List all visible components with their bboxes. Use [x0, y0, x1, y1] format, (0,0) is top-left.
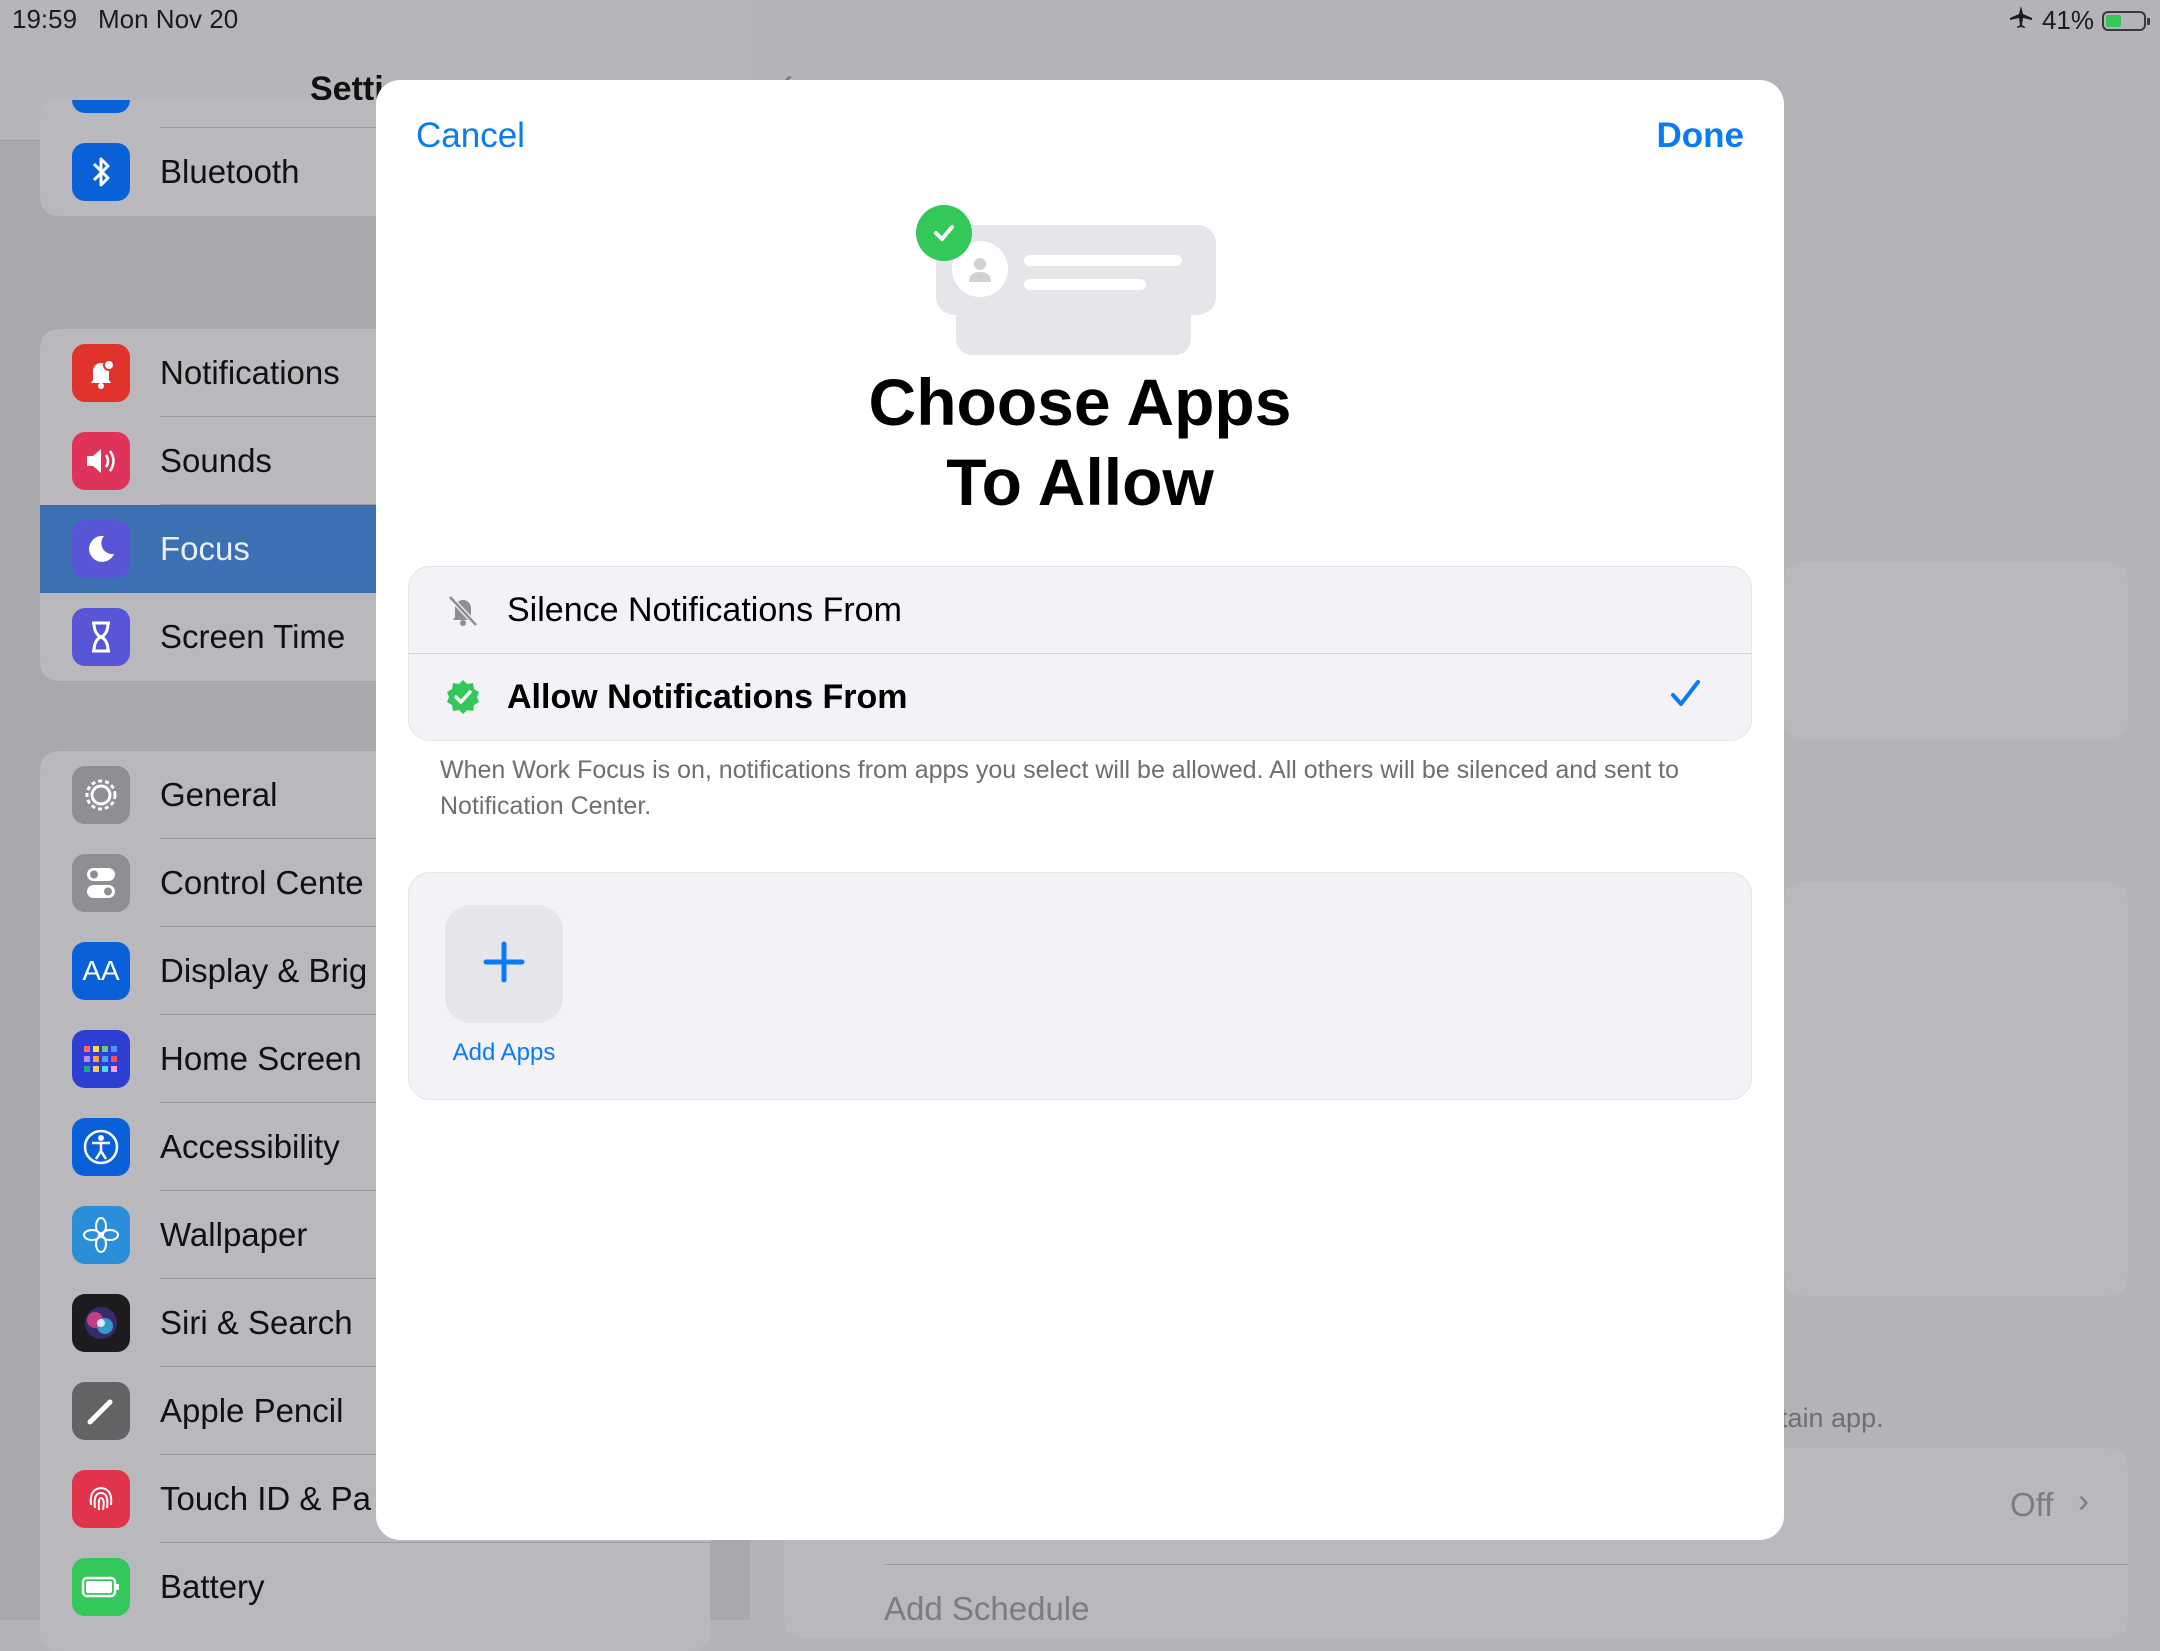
status-bar: 19:59 Mon Nov 20 41% [0, 0, 2160, 40]
illustration-line [1024, 255, 1182, 266]
bell-slash-icon [443, 590, 483, 630]
wifi-icon [72, 100, 130, 113]
sidebar-item-label: General [160, 776, 278, 813]
notification-mode-list: Silence Notifications From Allow Notific… [408, 566, 1752, 741]
siri-icon [72, 1294, 130, 1352]
pencil-icon [72, 1382, 130, 1440]
accessibility-icon [72, 1118, 130, 1176]
airplane-icon [2008, 4, 2034, 37]
detail-card-middle [1784, 882, 2128, 1296]
sidebar-item-label: Control Cente [160, 864, 364, 901]
battery-icon [72, 1558, 130, 1616]
sidebar-item-label: Apple Pencil [160, 1392, 344, 1429]
status-time: 19:59 [12, 4, 78, 34]
sidebar-item-label: Accessibility [160, 1128, 340, 1165]
status-right-group: 41% [2008, 4, 2150, 37]
sidebar-item-label: Focus [160, 530, 250, 567]
done-button[interactable]: Done [1657, 116, 1745, 156]
illustration-card-front [936, 225, 1216, 315]
option-allow-notifications[interactable]: Allow Notifications From [409, 654, 1751, 740]
sidebar-item-label: Battery [160, 1568, 265, 1605]
battery-percent: 41% [2041, 5, 2094, 35]
hourglass-icon [72, 608, 130, 666]
sidebar-item-label: Touch ID & Pa [160, 1480, 371, 1517]
detail-divider [884, 1564, 2128, 1565]
toggles-icon [72, 854, 130, 912]
text-size-icon: AA [72, 942, 130, 1000]
selected-checkmark-icon [1665, 674, 1705, 719]
detail-off-value: Off [2010, 1486, 2054, 1523]
grid-icon [72, 1030, 130, 1088]
option-label: Silence Notifications From [507, 590, 902, 629]
cancel-button[interactable]: Cancel [416, 116, 525, 156]
speaker-icon [72, 432, 130, 490]
plus-icon [480, 938, 528, 991]
sheet-title: Choose Apps To Allow [376, 362, 1784, 522]
option-silence-notifications[interactable]: Silence Notifications From [409, 567, 1751, 653]
sidebar-item-label: Sounds [160, 442, 272, 479]
title-line-2: To Allow [946, 445, 1214, 519]
title-line-1: Choose Apps [868, 365, 1292, 439]
sidebar-item-label: Screen Time [160, 618, 346, 655]
choose-apps-sheet: Cancel Done Choose Apps To Allow Silence… [376, 80, 1784, 1540]
sidebar-item-label: Display & Brig [160, 952, 368, 989]
footnote-text: When Work Focus is on, notifications fro… [440, 756, 1680, 820]
sidebar-item-label: Wallpaper [160, 1216, 308, 1253]
add-apps-label[interactable]: Add Apps [429, 1039, 579, 1067]
sidebar-item-battery[interactable]: Battery [40, 1543, 710, 1631]
sidebar-item-label: Notifications [160, 354, 340, 391]
add-apps-button[interactable] [445, 905, 563, 1023]
gear-icon [72, 766, 130, 824]
detail-card-top [1784, 562, 2128, 740]
chevron-right-icon: › [2078, 1482, 2089, 1519]
checkmark-badge-icon [916, 205, 972, 261]
allowed-apps-box: Add Apps [408, 872, 1752, 1100]
add-schedule-link[interactable]: Add Schedule [884, 1590, 1090, 1628]
fingerprint-icon [72, 1470, 130, 1528]
status-date: Mon Nov 20 [98, 4, 239, 34]
option-label: Allow Notifications From [507, 677, 908, 716]
verified-check-icon [443, 677, 483, 717]
detail-hint-text: tain app. [1780, 1403, 1884, 1433]
flower-icon [72, 1206, 130, 1264]
bell-icon [72, 344, 130, 402]
battery-indicator-icon [2102, 10, 2150, 31]
sidebar-item-label: Home Screen [160, 1040, 362, 1077]
sidebar-item-label: Siri & Search [160, 1304, 353, 1341]
illustration-line [1024, 279, 1146, 290]
bluetooth-icon [72, 143, 130, 201]
moon-icon [72, 520, 130, 578]
sidebar-item-label: Bluetooth [160, 153, 300, 190]
